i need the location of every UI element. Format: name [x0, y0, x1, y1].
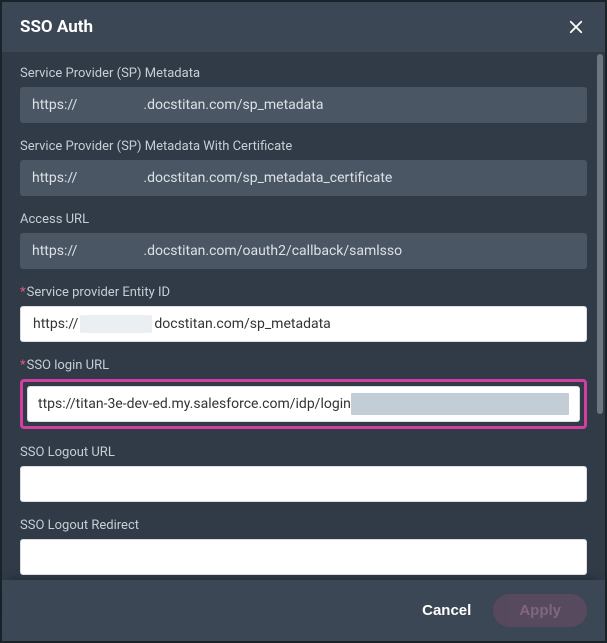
modal-body: Service Provider (SP) Metadata https:// … — [2, 52, 605, 580]
value-pre: https:// — [33, 316, 78, 332]
value-post: docstitan.com/sp_metadata — [154, 316, 330, 332]
field-sp-metadata: Service Provider (SP) Metadata https:// … — [20, 66, 587, 123]
value-proto: https:// — [32, 243, 77, 259]
input-access-url[interactable]: https:// .docstitan.com/oauth2/callback/… — [20, 233, 587, 269]
highlight-frame: ttps://titan-3e-dev-ed.my.salesforce.com… — [20, 379, 587, 429]
field-entity-id: Service provider Entity ID https:// docs… — [20, 285, 587, 342]
value-rest: .docstitan.com/sp_metadata — [143, 97, 323, 113]
label-entity-id: Service provider Entity ID — [20, 285, 587, 300]
field-logout-redirect: SSO Logout Redirect — [20, 518, 587, 575]
field-login-url: SSO login URL ttps://titan-3e-dev-ed.my.… — [20, 358, 587, 429]
selection-highlight — [351, 393, 569, 415]
label-sp-metadata: Service Provider (SP) Metadata — [20, 66, 587, 81]
input-sp-metadata-cert[interactable]: https:// .docstitan.com/sp_metadata_cert… — [20, 160, 587, 196]
redacted-segment — [80, 315, 152, 333]
scrollbar-track[interactable] — [597, 54, 603, 578]
field-sp-metadata-cert: Service Provider (SP) Metadata With Cert… — [20, 139, 587, 196]
input-sp-metadata[interactable]: https:// .docstitan.com/sp_metadata — [20, 87, 587, 123]
close-button[interactable] — [565, 16, 587, 38]
apply-button[interactable]: Apply — [493, 594, 587, 627]
value-login-url: ttps://titan-3e-dev-ed.my.salesforce.com… — [38, 396, 351, 412]
label-login-url: SSO login URL — [20, 358, 587, 373]
field-logout-url: SSO Logout URL — [20, 445, 587, 502]
input-login-url[interactable]: ttps://titan-3e-dev-ed.my.salesforce.com… — [27, 386, 580, 422]
input-entity-id[interactable]: https:// docstitan.com/sp_metadata — [20, 306, 587, 342]
value-proto: https:// — [32, 97, 77, 113]
value-rest: .docstitan.com/oauth2/callback/samlsso — [143, 243, 402, 259]
modal-title: SSO Auth — [20, 17, 93, 37]
input-logout-redirect[interactable] — [20, 539, 587, 575]
modal-header: SSO Auth — [2, 2, 605, 52]
field-access-url: Access URL https:// .docstitan.com/oauth… — [20, 212, 587, 269]
label-sp-metadata-cert: Service Provider (SP) Metadata With Cert… — [20, 139, 587, 154]
close-icon — [567, 18, 585, 36]
value-proto: https:// — [32, 170, 77, 186]
input-logout-url[interactable] — [20, 466, 587, 502]
value-rest: .docstitan.com/sp_metadata_certificate — [143, 170, 392, 186]
cancel-button[interactable]: Cancel — [422, 602, 471, 619]
label-logout-redirect: SSO Logout Redirect — [20, 518, 587, 533]
label-access-url: Access URL — [20, 212, 587, 227]
scrollbar-thumb[interactable] — [597, 54, 603, 414]
modal-footer: Cancel Apply — [2, 580, 605, 641]
label-logout-url: SSO Logout URL — [20, 445, 587, 460]
sso-auth-modal: SSO Auth Service Provider (SP) Metadata … — [0, 0, 607, 643]
